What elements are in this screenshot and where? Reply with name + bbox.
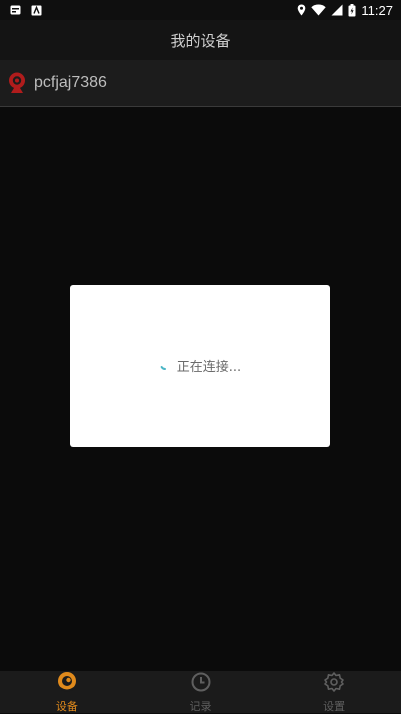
status-bar: 11:27	[0, 0, 401, 20]
location-icon	[297, 4, 306, 16]
wifi-icon	[311, 4, 327, 16]
status-right: 11:27	[297, 0, 393, 20]
page-title: 我的设备	[170, 31, 231, 50]
device-name: pcfjaj7386	[34, 74, 107, 91]
status-time: 11:27	[361, 2, 393, 18]
cellular-icon	[331, 4, 343, 16]
tab-settings[interactable]: 设置	[267, 671, 401, 713]
loading-spinner-icon	[159, 359, 171, 371]
notification-app-icon	[31, 5, 42, 16]
notification-image-icon	[10, 5, 21, 15]
dialog-content: 正在连接...	[159, 356, 241, 375]
tab-label: 记录	[189, 699, 212, 713]
tab-devices[interactable]: 设备	[0, 671, 134, 713]
device-eye-icon	[56, 671, 78, 697]
dialog-message: 正在连接...	[176, 359, 242, 375]
status-left	[0, 5, 42, 16]
tab-label: 设置	[323, 699, 346, 713]
gear-icon	[323, 671, 345, 697]
connecting-dialog: 正在连接...	[70, 285, 330, 447]
tab-label: 设备	[55, 699, 78, 713]
title-bar: 我的设备	[0, 20, 401, 60]
device-list-item[interactable]: pcfjaj7386	[0, 60, 401, 107]
bottom-tab-bar: 设备 记录 设置	[0, 671, 401, 713]
clock-icon	[190, 671, 212, 697]
tab-records[interactable]: 记录	[134, 671, 268, 713]
battery-icon	[348, 3, 356, 17]
camera-device-icon	[6, 71, 28, 95]
